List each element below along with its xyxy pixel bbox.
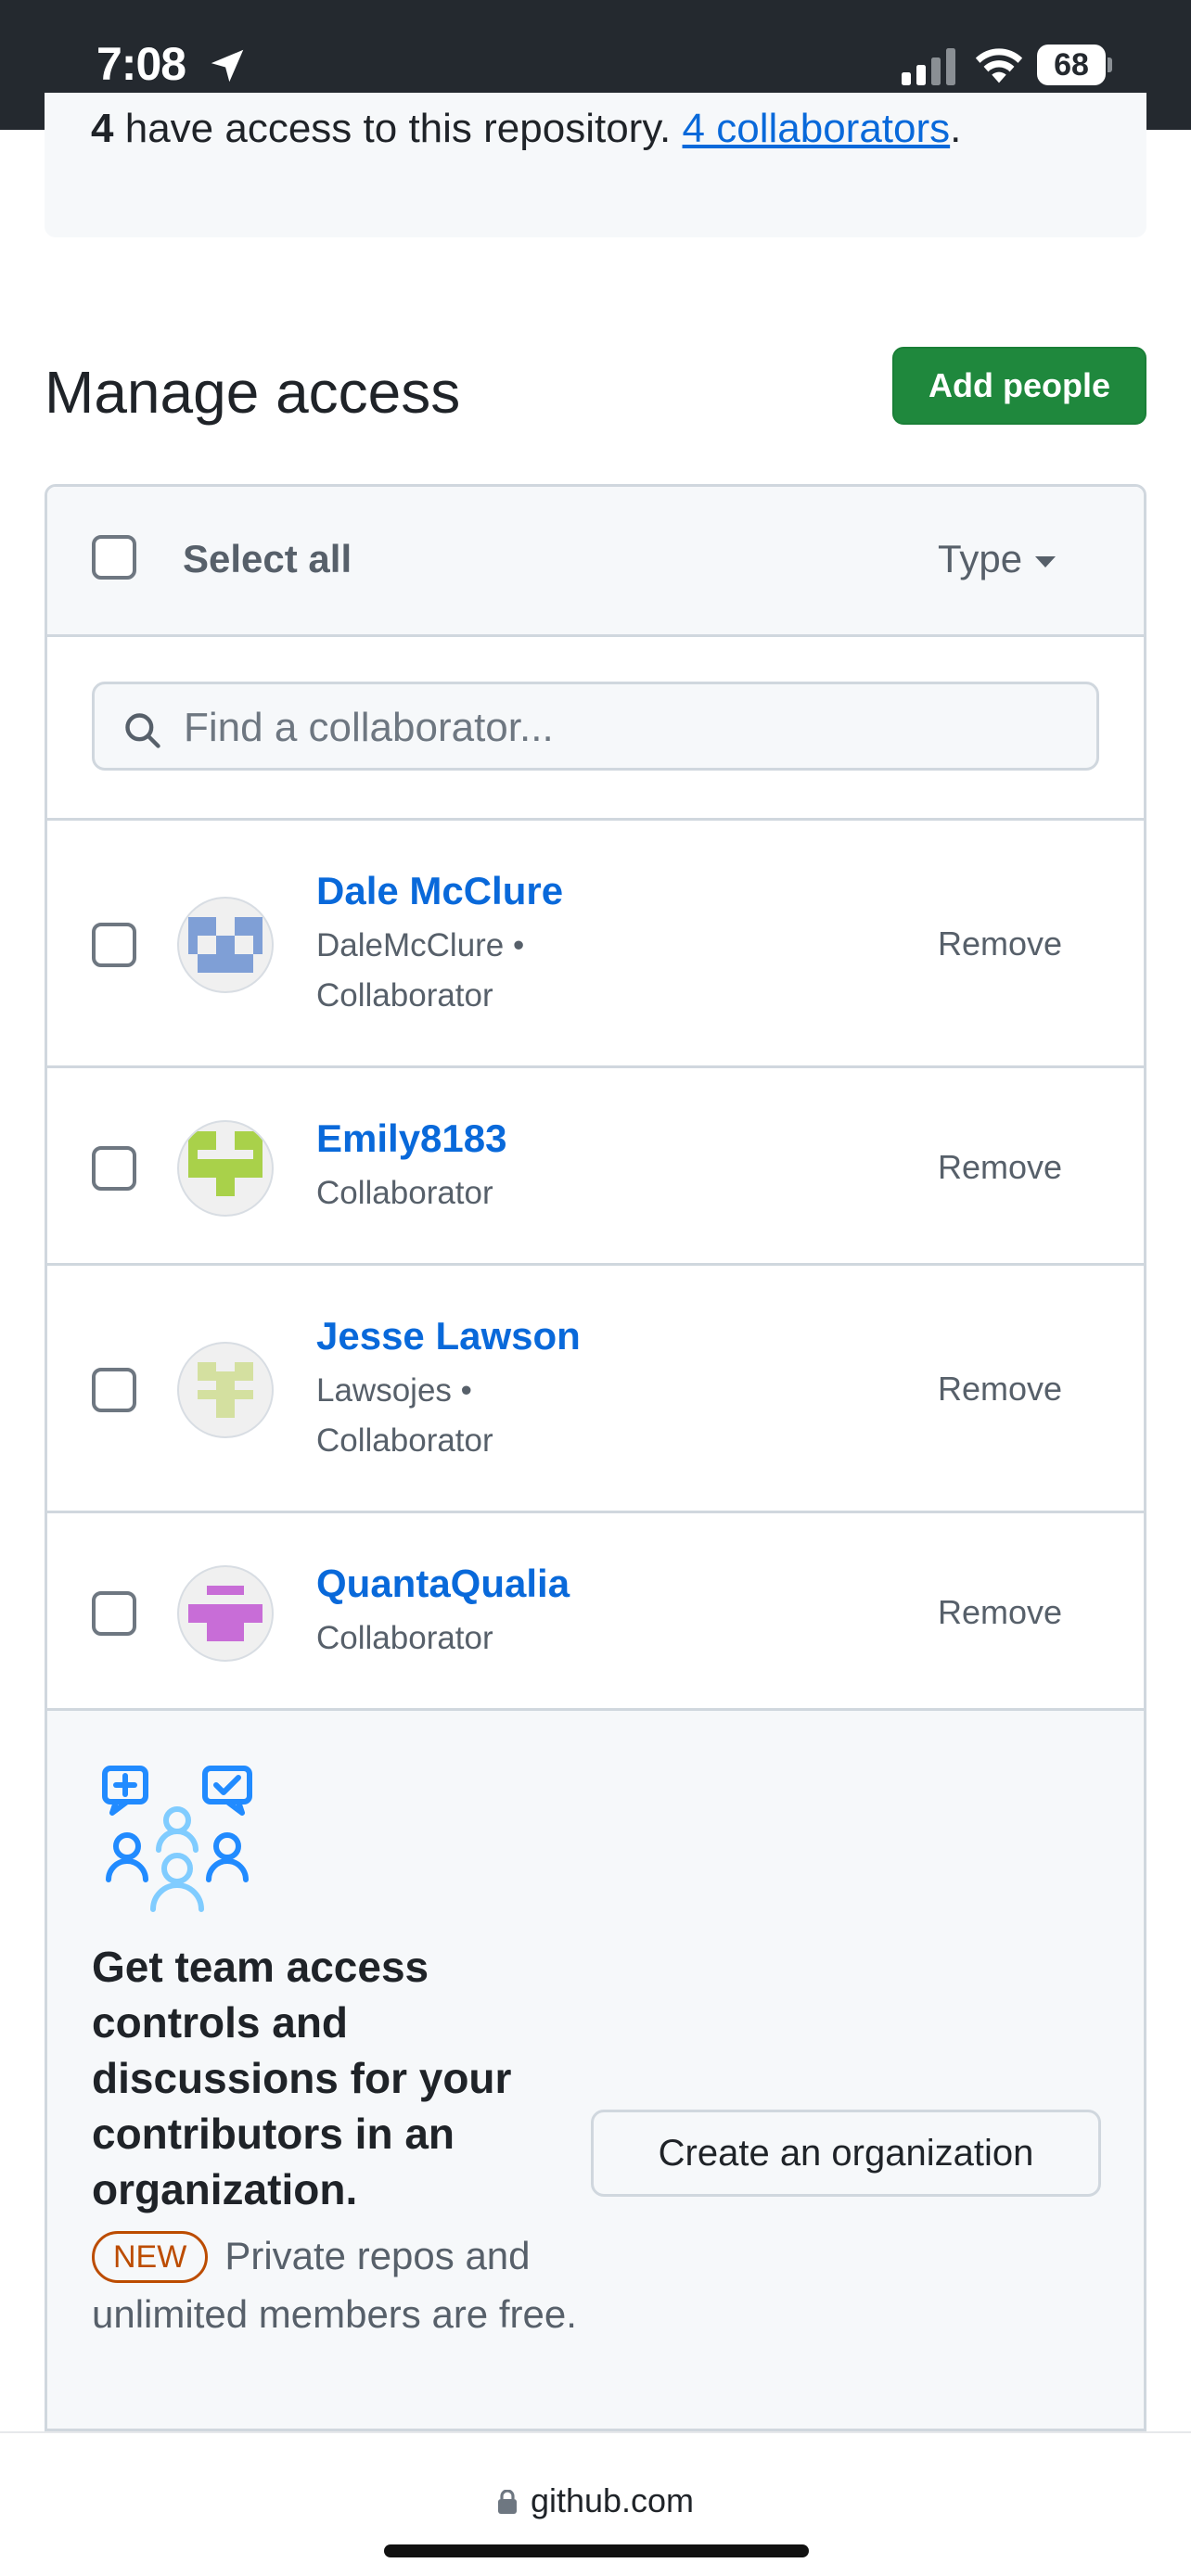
collaborator-row: QuantaQualia Collaborator Remove — [47, 1513, 1144, 1711]
identicon-icon — [188, 1586, 263, 1641]
wifi-icon — [975, 48, 1023, 83]
status-time: 7:08 — [96, 38, 186, 90]
collaborator-name-link[interactable]: QuantaQualia — [316, 1562, 570, 1606]
collaborator-username: Lawsojes • — [316, 1372, 472, 1409]
organization-promo: Get team access controls and discussions… — [47, 1711, 1144, 2429]
collaborator-name-link[interactable]: Dale McClure — [316, 869, 563, 913]
new-badge: NEW — [92, 2231, 209, 2283]
collaborator-role: Collaborator — [316, 1175, 493, 1211]
identicon-icon — [188, 1131, 263, 1196]
collaborator-meta: DaleMcClure • Collaborator — [316, 921, 524, 1021]
select-all-label: Select all — [183, 537, 352, 580]
list-header: Select all Type — [47, 487, 1144, 637]
access-suffix: . — [950, 106, 962, 151]
collaborator-search-input[interactable]: Find a collaborator... — [92, 682, 1099, 771]
home-indicator — [384, 2544, 809, 2557]
type-filter-label: Type — [938, 537, 1023, 580]
remove-button[interactable]: Remove — [938, 925, 1062, 963]
search-icon — [125, 713, 160, 748]
collaborator-name-link[interactable]: Jesse Lawson — [316, 1314, 581, 1358]
collaborator-role: Collaborator — [316, 977, 493, 1014]
row-checkbox[interactable] — [92, 1591, 136, 1636]
collaborators-link[interactable]: 4 collaborators — [683, 106, 951, 151]
access-description: have access to this repository. — [124, 106, 672, 151]
avatar — [177, 897, 274, 993]
add-people-button[interactable]: Add people — [892, 347, 1146, 425]
collaborator-name-link[interactable]: Emily8183 — [316, 1116, 507, 1161]
team-discussion-icon — [102, 1766, 252, 1912]
remove-button[interactable]: Remove — [938, 1370, 1062, 1409]
browser-bottom-bar: github.com — [0, 2431, 1191, 2576]
collaborator-role: Collaborator — [316, 1620, 493, 1656]
collaborator-row: Dale McClure DaleMcClure • Collaborator … — [47, 821, 1144, 1068]
chevron-down-icon — [1035, 555, 1057, 567]
avatar — [177, 1565, 274, 1662]
collaborator-meta: Lawsojes • Collaborator — [316, 1366, 493, 1466]
create-organization-button[interactable]: Create an organization — [591, 2110, 1101, 2197]
promo-title: Get team access controls and discussions… — [92, 1943, 512, 2213]
collaborator-list: Select all Type Find a collaborator... D… — [45, 484, 1146, 2431]
type-filter-dropdown[interactable]: Type — [938, 537, 1057, 581]
promo-description: NEW Private repos and unlimited members a… — [92, 2226, 611, 2343]
access-summary-card: 4 have access to this repository. 4 coll… — [45, 93, 1146, 237]
collaborator-meta: Collaborator — [316, 1613, 493, 1664]
collaborator-row: Emily8183 Collaborator Remove — [47, 1068, 1144, 1266]
collaborator-meta: Collaborator — [316, 1168, 493, 1218]
battery-level: 68 — [1037, 45, 1106, 85]
collaborator-row: Jesse Lawson Lawsojes • Collaborator Rem… — [47, 1266, 1144, 1513]
row-checkbox[interactable] — [92, 1146, 136, 1191]
collaborator-username: DaleMcClure • — [316, 927, 525, 963]
identicon-icon — [188, 917, 263, 973]
url-text: github.com — [530, 2481, 695, 2519]
cellular-signal-icon — [902, 48, 955, 85]
identicon-icon — [198, 1362, 253, 1418]
collaborator-role: Collaborator — [316, 1422, 493, 1459]
page-title: Manage access — [45, 359, 461, 426]
row-checkbox[interactable] — [92, 923, 136, 967]
search-section: Find a collaborator... — [47, 637, 1144, 821]
battery-icon: 68 — [1037, 45, 1112, 85]
remove-button[interactable]: Remove — [938, 1593, 1062, 1632]
search-placeholder: Find a collaborator... — [184, 705, 554, 750]
avatar — [177, 1120, 274, 1217]
location-arrow-icon — [211, 49, 244, 83]
row-checkbox[interactable] — [92, 1368, 136, 1412]
address-bar[interactable]: github.com — [0, 2481, 1191, 2520]
remove-button[interactable]: Remove — [938, 1148, 1062, 1187]
access-summary-text: 4 have access to this repository. 4 coll… — [91, 106, 961, 152]
access-count: 4 — [91, 106, 114, 151]
avatar — [177, 1342, 274, 1438]
lock-icon — [497, 2490, 517, 2514]
select-all-checkbox[interactable] — [92, 535, 136, 580]
